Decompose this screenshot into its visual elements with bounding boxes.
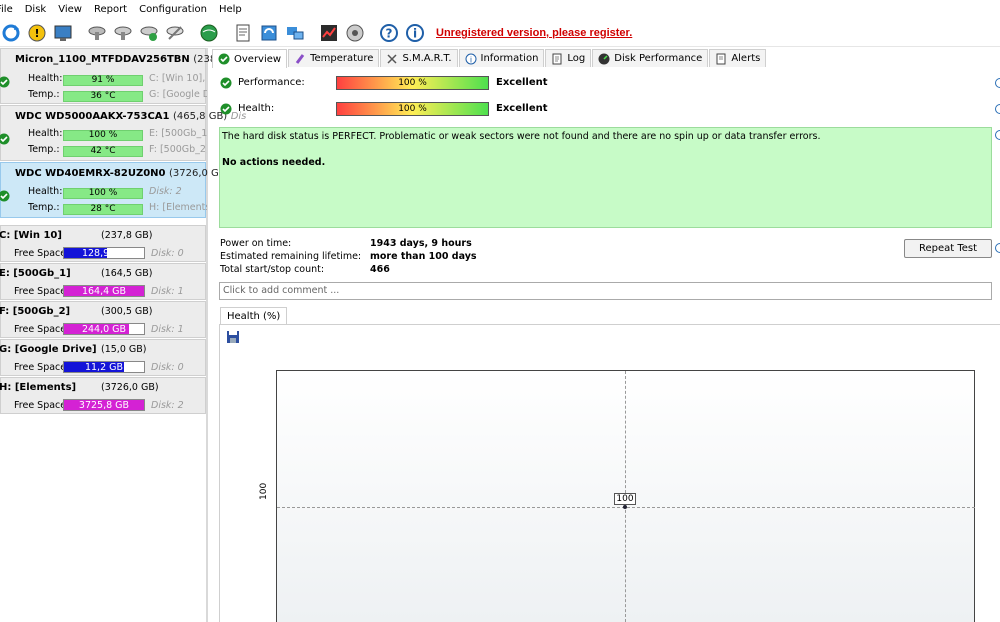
info-icon[interactable]: i [404, 22, 426, 44]
globe-icon[interactable] [198, 22, 220, 44]
hdd-icon[interactable] [86, 22, 108, 44]
menu-help[interactable]: Help [213, 0, 248, 20]
tab-log[interactable]: Log [545, 49, 592, 67]
partition-item[interactable]: F: [500Gb_2] (300,5 GB) Free Space 244,0 … [0, 301, 206, 338]
tab-health-chart[interactable]: Health (%) [220, 307, 288, 325]
hdd-settings-icon[interactable] [112, 22, 134, 44]
report-icon[interactable] [232, 22, 254, 44]
chart-data-point [623, 505, 627, 509]
tab-bar: Overview Temperature S.M.A.R.T. i Informa… [212, 49, 767, 68]
svg-text:?: ? [386, 27, 393, 41]
free-space-bar: 244,0 GB [63, 323, 145, 335]
health-row: Health:100 %E: [500Gb_1], [28, 128, 207, 141]
left-panel: Micron_1100_MTFDDAV256TBN (238,5 GB) Hea… [0, 48, 247, 622]
check-icon [220, 103, 232, 115]
menu-disk[interactable]: Disk [19, 0, 52, 20]
check-icon [218, 53, 230, 65]
refresh-icon[interactable] [0, 22, 22, 44]
sync-icon[interactable] [258, 22, 280, 44]
temp-row: Temp.:36 °CG: [Google Dr [28, 89, 207, 102]
tab-disk-performance[interactable]: Disk Performance [592, 49, 709, 67]
disk-item-selected[interactable]: WDC WD40EMRX-82UZ0N0 (3726,0 GB) Health:… [0, 162, 230, 218]
hdd-check-icon[interactable] [138, 22, 160, 44]
hdd-tools-icon[interactable] [164, 22, 186, 44]
unregistered-link[interactable]: Unregistered version, please register. [436, 27, 632, 39]
circle-icon[interactable] [995, 130, 1000, 140]
free-space-bar: 128,9 GB [63, 247, 145, 259]
info-icon: i [465, 53, 477, 64]
free-space-bar: 11,2 GB [63, 361, 145, 373]
svg-text:!: ! [34, 27, 39, 40]
log-icon [552, 53, 562, 64]
tab-information[interactable]: i Information [458, 49, 545, 67]
toolbar: ! ? i Unregistered version, please regis… [0, 20, 1000, 47]
disk-name: WDC WD5000AAKX-753CA1 (465,8 GB) Dis [15, 111, 247, 122]
free-space-bar: 3725,8 GB [63, 399, 145, 411]
performance-icon [598, 53, 610, 64]
partition-item[interactable]: G: [Google Drive] (15,0 GB) Free Space 11… [0, 339, 206, 376]
save-icon[interactable] [226, 330, 240, 344]
status-action: No actions needed. [222, 157, 326, 168]
svg-text:i: i [413, 27, 417, 41]
lifetime-row: Estimated remaining lifetime: more than 1… [220, 251, 477, 262]
help-icon[interactable]: ? [378, 22, 400, 44]
warning-icon[interactable]: ! [26, 22, 48, 44]
partition-item[interactable]: E: [500Gb_1] (164,5 GB) Free Space 164,4 … [0, 263, 206, 300]
tab-temperature[interactable]: Temperature [288, 49, 380, 67]
tab-smart[interactable]: S.M.A.R.T. [380, 49, 458, 67]
circle-icon[interactable] [995, 243, 1000, 253]
chart-data-label: 100 [614, 493, 636, 505]
svg-text:i: i [469, 55, 471, 64]
thermometer-icon [295, 53, 305, 64]
disk-item[interactable]: WDC WD5000AAKX-753CA1 (465,8 GB) Dis Hea… [0, 105, 246, 161]
check-icon [220, 77, 232, 89]
health-row: Health: 91 % C: [Win 10], [28, 73, 206, 86]
power-on-row: Power on time: 1943 days, 9 hours [220, 238, 472, 249]
monitor-icon[interactable] [52, 22, 74, 44]
chart-icon[interactable] [318, 22, 340, 44]
partition-item[interactable]: C: [Win 10] (237,8 GB) Free Space 128,9 G… [0, 225, 206, 262]
performance-bar: 100 % [336, 76, 489, 90]
menu-view[interactable]: View [52, 0, 88, 20]
tab-overview[interactable]: Overview [212, 49, 288, 68]
comment-input[interactable]: Click to add comment ... [219, 282, 992, 300]
temp-row: Temp.:28 °CH: [Elements] [28, 202, 207, 215]
startstop-row: Total start/stop count: 466 [220, 264, 390, 275]
repeat-test-button[interactable]: Repeat Test [904, 239, 992, 258]
speaker-icon[interactable] [344, 22, 366, 44]
status-text: The hard disk status is PERFECT. Problem… [222, 131, 821, 142]
menu-file[interactable]: File [0, 0, 19, 20]
circle-icon[interactable] [995, 104, 1000, 114]
disk-name: WDC WD40EMRX-82UZ0N0 (3726,0 GB) [15, 168, 230, 179]
tab-alerts[interactable]: Alerts [709, 49, 767, 67]
circle-icon[interactable] [995, 78, 1000, 88]
menu-report[interactable]: Report [88, 0, 133, 20]
menu-bar: File Disk View Report Configuration Help [0, 0, 1000, 20]
alerts-icon [716, 53, 726, 64]
temp-row: Temp.: 42 °C F: [500Gb_2], [28, 144, 207, 157]
y-tick-label: 100 [259, 482, 269, 500]
menu-configuration[interactable]: Configuration [133, 0, 213, 20]
health-row: Health: 100 % Disk: 2 [28, 186, 182, 199]
tools-icon [387, 53, 397, 64]
status-box: The hard disk status is PERFECT. Problem… [219, 127, 992, 228]
health-bar: 100 % [336, 102, 489, 116]
network-icon[interactable] [284, 22, 306, 44]
disk-item[interactable]: Micron_1100_MTFDDAV256TBN (238,5 GB) Hea… [0, 48, 247, 104]
partition-item[interactable]: H: [Elements] (3726,0 GB) Free Space 3725… [0, 377, 206, 414]
free-space-bar: 164,4 GB [63, 285, 145, 297]
